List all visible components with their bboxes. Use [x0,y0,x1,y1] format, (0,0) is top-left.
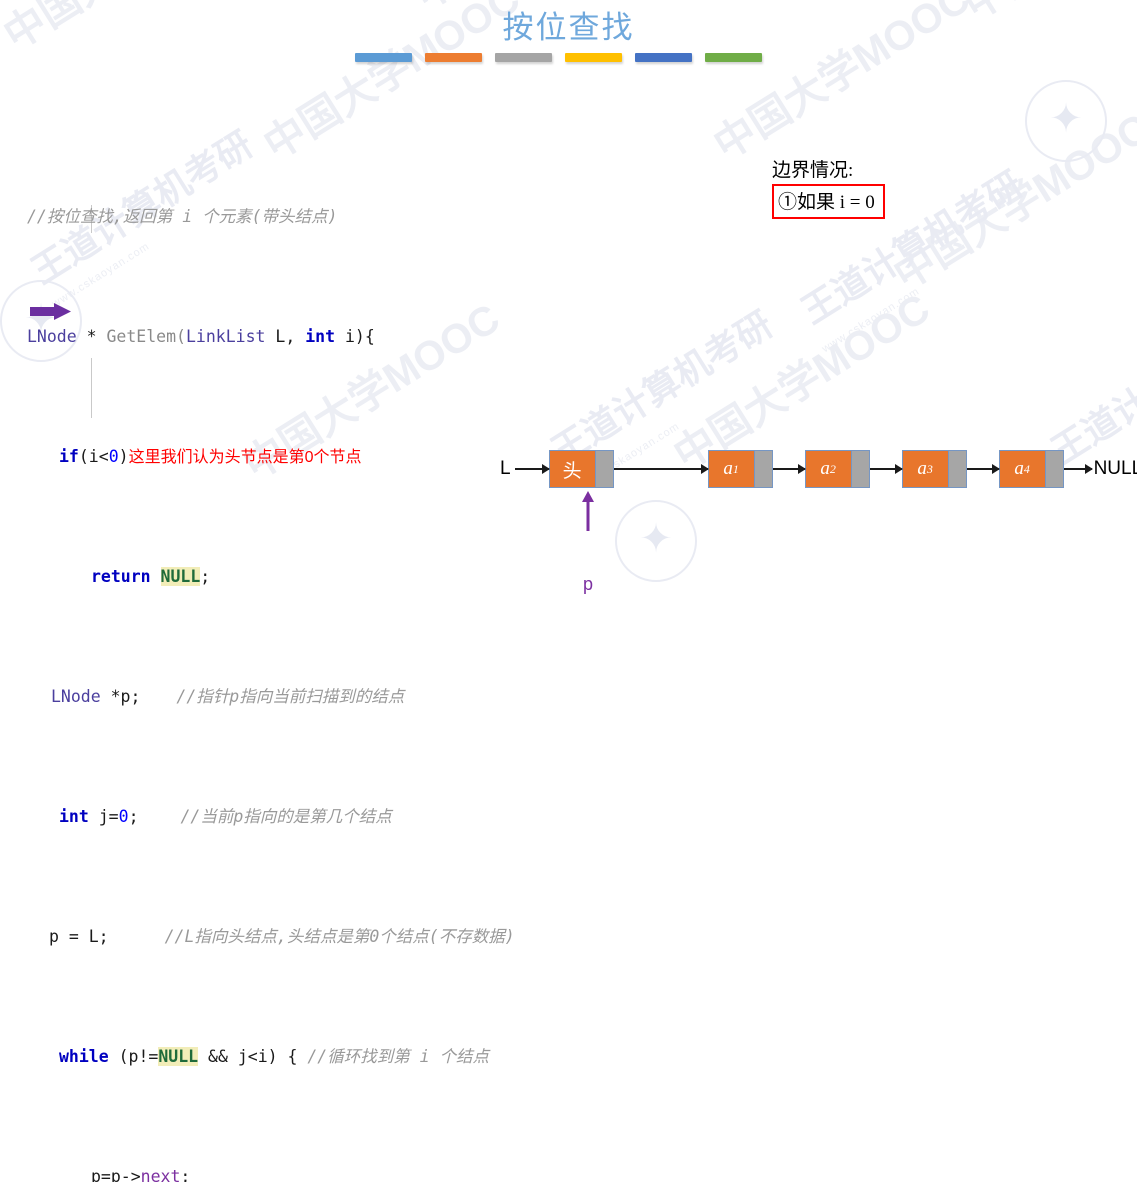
accent-bar-row [355,53,762,62]
code-line-return-null: return NULL; [27,562,515,592]
code-token-fname: GetElem( [106,327,186,346]
list-node-value-sub: 2 [829,461,836,476]
code-token-param-type: LinkList [185,327,266,346]
accent-bar-green [705,53,762,62]
pointer-p-arrow-icon [582,491,594,531]
code-token-decl: *p; [100,687,141,706]
linked-list-row: L 头 a1 a2 a3 a4 NULL [500,443,1137,495]
list-node-value-base: a [820,458,830,479]
code-red-annotation: 这里我们认为头节点是第0个节点 [128,449,362,466]
list-node-pointer-field [1044,451,1063,487]
code-comment: //当前p指向的是第几个结点 [180,807,392,826]
watermark-url: www.cskaoyan.com [820,285,922,356]
page-title: 按位查找 [502,10,635,45]
arrow-a1-to-a2-icon [772,464,806,474]
list-tail-null-label: NULL [1093,458,1137,479]
code-token-return: return [91,567,151,586]
list-node-a2: a2 [804,450,870,488]
list-node-a1: a1 [707,450,773,488]
code-token-semicolon: ; [200,567,211,586]
watermark-logo-icon: ✦ [1025,80,1107,162]
watermark-logo-icon: ✦ [615,500,697,582]
boundary-note-heading: 边界情况: [772,160,854,181]
code-line-decl-p: LNode *p; //指针p指向当前扫描到的结点 [27,682,515,712]
accent-bar-blue-dark [635,53,692,62]
list-node-value: a2 [805,451,851,487]
arrow-L-to-head-icon [514,464,550,474]
watermark-mooc: 中国大学MOOC [885,104,1137,299]
code-token-type: LNode [51,687,101,706]
arrow-a2-to-a3-icon [869,464,903,474]
code-token-semicolon: ; [180,1167,191,1182]
code-token-open: (p!= [108,1047,159,1066]
code-token-decl: j= [88,807,119,826]
code-comment: //L指向头结点,头结点是第0个结点(不存数据) [164,927,515,946]
code-comment: //指针p指向当前扫描到的结点 [176,687,405,706]
code-pointer-arrow-icon [30,303,72,320]
pointer-p-marker: p [578,491,598,595]
list-node-a3: a3 [901,450,967,488]
code-token-stmt: p=p-> [91,1167,141,1182]
boundary-note: 边界情况: ①如果 i = 0 [772,155,885,219]
code-token-zero: 0 [118,807,129,826]
code-token-param-name: L, [265,327,306,346]
list-node-value: a4 [999,451,1045,487]
list-node-pointer-field [850,451,869,487]
list-head-label: L [500,458,511,479]
code-line-decl-j: int j=0; //当前p指向的是第几个结点 [27,802,515,832]
list-node-value: a1 [708,451,754,487]
accent-bar-blue-light [355,53,412,62]
code-token-while: while [59,1047,109,1066]
code-comment: //循环找到第 i 个结点 [307,1047,490,1066]
list-node-value-base: a [1014,458,1024,479]
list-node-pointer-field [594,451,613,487]
list-node-value-sub: 1 [732,461,739,476]
code-line-assign-p: p = L; //L指向头结点,头结点是第0个结点(不存数据) [27,922,515,952]
list-node-value-sub: 3 [926,461,933,476]
code-line-comment-header: //按位查找,返回第 i 个元素(带头结点) [27,202,515,232]
list-node-value: a3 [902,451,948,487]
list-node-value-sub: 4 [1023,461,1030,476]
code-token-stmt: p = L; [49,927,109,946]
code-token-param2: i){ [335,327,375,346]
boundary-note-item-1: ①如果 i = 0 [772,184,885,219]
pointer-p-label: p [582,574,593,594]
accent-bar-orange [425,53,482,62]
code-token-star: * [76,327,107,346]
code-token-int: int [305,327,336,346]
arrow-a4-to-null-icon [1063,464,1093,474]
code-token-null: NULL [158,1047,199,1066]
code-comment: //按位查找,返回第 i 个元素(带头结点) [27,207,338,226]
list-node-head: 头 [548,450,614,488]
list-node-value: 头 [549,451,595,487]
code-token-if: if [59,447,79,466]
code-line-signature: LNode * GetElem(LinkList L, int i){ [27,322,515,352]
list-node-value-base: a [723,458,733,479]
accent-bar-gray [495,53,552,62]
code-token-cond: (i< [78,447,109,466]
code-line-advance-p: p=p->next; [27,1162,515,1182]
list-node-value-base: a [917,458,927,479]
arrow-a3-to-a4-icon [966,464,1000,474]
list-node-a4: a4 [998,450,1064,488]
code-line-if: if(i<0)这里我们认为头节点是第0个节点 [27,442,515,472]
code-token-int: int [59,807,89,826]
code-token-type: LNode [27,327,77,346]
accent-bar-yellow [565,53,622,62]
code-token-null: NULL [160,567,201,586]
list-node-pointer-field [753,451,772,487]
code-token-member: next [140,1167,181,1182]
code-token-close-paren: ) [118,447,129,466]
code-token-zero: 0 [108,447,119,466]
code-block: //按位查找,返回第 i 个元素(带头结点) LNode * GetElem(L… [27,112,515,1182]
code-token-semicolon: ; [128,807,139,826]
code-token-mid: && j<i) { [198,1047,308,1066]
arrow-head-to-a1-icon [613,464,709,474]
list-node-pointer-field [947,451,966,487]
code-line-while: while (p!=NULL && j<i) { //循环找到第 i 个结点 [27,1042,515,1072]
